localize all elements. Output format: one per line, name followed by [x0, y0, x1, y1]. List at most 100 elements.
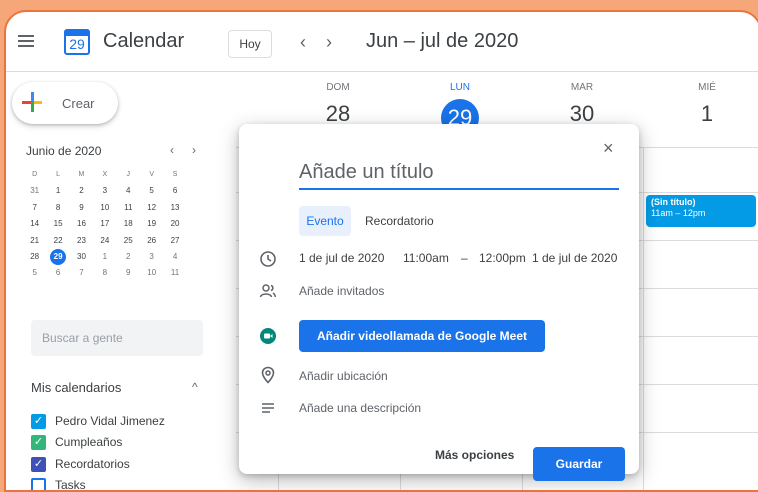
- mini-calendar-day[interactable]: 10: [140, 265, 163, 281]
- mini-calendar-day[interactable]: 13: [163, 200, 186, 216]
- people-icon: [259, 284, 277, 298]
- calendar-logo-icon: 29: [64, 29, 90, 55]
- day-header[interactable]: MIÉ 1: [667, 82, 747, 127]
- mini-calendar-day[interactable]: 7: [70, 265, 93, 281]
- next-period-icon[interactable]: ›: [326, 32, 332, 53]
- mini-calendar-day[interactable]: 1: [46, 183, 69, 199]
- mini-calendar-day[interactable]: 14: [23, 216, 46, 232]
- add-guests[interactable]: Añade invitados: [299, 284, 384, 298]
- my-calendars-title[interactable]: Mis calendarios: [31, 380, 121, 395]
- save-button[interactable]: Guardar: [533, 447, 625, 481]
- mini-calendar-day[interactable]: 5: [140, 183, 163, 199]
- tab-reminder[interactable]: Recordatorio: [365, 206, 434, 236]
- weekday-header: S: [172, 171, 178, 178]
- start-date[interactable]: 1 de jul de 2020: [299, 251, 384, 265]
- mini-calendar-day[interactable]: 30: [70, 249, 93, 265]
- mini-calendar-day[interactable]: 3: [93, 183, 116, 199]
- mini-calendar-day[interactable]: 7: [23, 200, 46, 216]
- mini-calendar-day[interactable]: 6: [46, 265, 69, 281]
- checkbox-checked-icon[interactable]: ✓: [31, 414, 46, 429]
- mini-calendar-day[interactable]: 23: [70, 233, 93, 249]
- mini-calendar-day[interactable]: 17: [93, 216, 116, 232]
- mini-calendar-day[interactable]: 25: [117, 233, 140, 249]
- mini-calendar-day[interactable]: 27: [163, 233, 186, 249]
- chevron-up-icon[interactable]: ^: [192, 380, 198, 394]
- checkbox-checked-icon[interactable]: ✓: [31, 457, 46, 472]
- quick-event-dialog: × Evento Recordatorio 1 de jul de 2020 1…: [239, 124, 639, 481]
- google-meet-icon: [260, 328, 276, 344]
- calendar-item-label: Cumpleaños: [55, 435, 123, 449]
- day-header[interactable]: DOM 28: [298, 82, 378, 127]
- add-description[interactable]: Añade una descripción: [299, 401, 421, 415]
- add-meet-button[interactable]: Añadir videollamada de Google Meet: [299, 320, 545, 352]
- mini-calendar-day[interactable]: 2: [117, 249, 140, 265]
- day-header[interactable]: MAR 30: [542, 82, 622, 127]
- day-of-week: MIÉ: [698, 82, 716, 93]
- event-chip-title: (Sin título): [651, 197, 696, 207]
- mini-calendar-day[interactable]: 8: [46, 200, 69, 216]
- mini-calendar-day[interactable]: 22: [46, 233, 69, 249]
- mini-calendar-day[interactable]: 4: [117, 183, 140, 199]
- mini-calendar-title: Junio de 2020: [26, 144, 102, 158]
- location-pin-icon: [261, 366, 275, 384]
- mini-calendar-day[interactable]: 31: [23, 183, 46, 199]
- date-range-title: Jun – jul de 2020: [366, 30, 519, 52]
- mini-calendar-day[interactable]: 26: [140, 233, 163, 249]
- weekday-header: J: [126, 171, 131, 178]
- mini-calendar-day[interactable]: 9: [70, 200, 93, 216]
- calendar-window: 29 Calendar Hoy ‹ › Jun – jul de 2020 Cr…: [4, 10, 758, 492]
- end-time[interactable]: 12:00pm: [479, 251, 526, 265]
- mini-calendar-day[interactable]: 3: [140, 249, 163, 265]
- checkbox-checked-icon[interactable]: ✓: [31, 435, 46, 450]
- mini-calendar-day[interactable]: 29: [50, 248, 67, 265]
- create-label: Crear: [62, 96, 95, 111]
- create-button[interactable]: Crear: [12, 82, 118, 124]
- event-chip[interactable]: (Sin título) 11am – 12pm: [646, 195, 756, 227]
- mini-calendar-day[interactable]: 28: [23, 249, 46, 265]
- mini-calendar-day[interactable]: 16: [70, 216, 93, 232]
- mini-calendar-day[interactable]: 10: [93, 200, 116, 216]
- mini-calendar-day[interactable]: 2: [70, 183, 93, 199]
- mini-calendar-day[interactable]: 20: [163, 216, 186, 232]
- mini-calendar-day[interactable]: 24: [93, 233, 116, 249]
- day-number[interactable]: 1: [667, 101, 747, 127]
- mini-calendar-day[interactable]: 8: [93, 265, 116, 281]
- mini-calendar-day[interactable]: 18: [117, 216, 140, 232]
- prev-period-icon[interactable]: ‹: [300, 32, 306, 53]
- start-time[interactable]: 11:00am: [403, 251, 449, 265]
- weekday-header: V: [149, 171, 154, 178]
- weekday-header: M: [78, 171, 85, 178]
- more-options-button[interactable]: Más opciones: [435, 448, 514, 462]
- mini-calendar-day[interactable]: 21: [23, 233, 46, 249]
- event-title-input[interactable]: [299, 156, 619, 190]
- mini-calendar-day[interactable]: 19: [140, 216, 163, 232]
- top-bar: 29 Calendar Hoy ‹ › Jun – jul de 2020: [6, 12, 758, 72]
- people-search-input[interactable]: [31, 320, 203, 356]
- plus-icon: [22, 92, 42, 112]
- day-of-week: LUN: [449, 82, 470, 93]
- grid-line: [643, 147, 644, 490]
- menu-icon[interactable]: [18, 35, 34, 47]
- mini-calendar-day[interactable]: 15: [46, 216, 69, 232]
- description-icon: [262, 403, 274, 413]
- mini-calendar-day[interactable]: 5: [23, 265, 46, 281]
- calendar-item-label: Recordatorios: [55, 457, 130, 471]
- today-button[interactable]: Hoy: [228, 30, 272, 58]
- logo-day: 29: [69, 36, 85, 52]
- tab-event[interactable]: Evento: [299, 206, 351, 236]
- add-location[interactable]: Añadir ubicación: [299, 369, 388, 383]
- mini-calendar-day[interactable]: 1: [93, 249, 116, 265]
- mini-calendar-grid: D L M X J V S 31 1 2 3 4 5 6 7 8 9 10 11 12 13 14 15 16 17 18 19 20…: [23, 167, 187, 282]
- mini-calendar-day[interactable]: 9: [117, 265, 140, 281]
- mini-calendar-day[interactable]: 12: [140, 200, 163, 216]
- mini-calendar-day[interactable]: 11: [163, 265, 186, 281]
- end-date[interactable]: 1 de jul de 2020: [532, 251, 617, 265]
- mini-calendar-day[interactable]: 11: [117, 200, 140, 216]
- mini-calendar-day[interactable]: 6: [163, 183, 186, 199]
- mini-prev-month-icon[interactable]: ‹: [170, 143, 174, 157]
- weekday-header: L: [56, 171, 61, 178]
- clock-icon: [260, 251, 276, 267]
- mini-calendar-day[interactable]: 4: [163, 249, 186, 265]
- mini-next-month-icon[interactable]: ›: [192, 143, 196, 157]
- checkbox-icon[interactable]: [31, 478, 46, 490]
